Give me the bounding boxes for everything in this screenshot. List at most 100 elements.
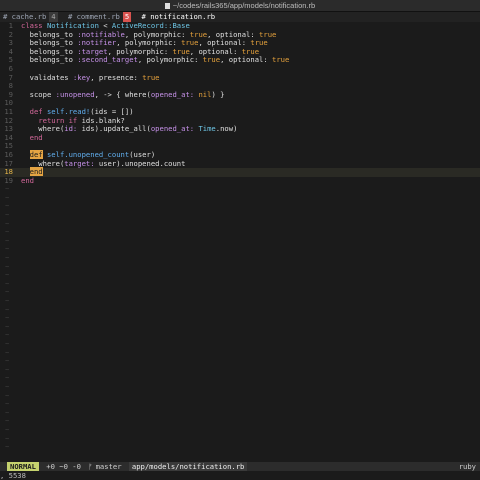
code-token: opened_at: (150, 89, 195, 99)
empty-line: ~ (0, 261, 480, 272)
code-token: validates (21, 72, 73, 82)
tab-label: comment.rb (76, 12, 120, 21)
tilde-marker: ~ (5, 399, 10, 409)
code-token: end (21, 175, 34, 185)
tilde-marker: ~ (5, 235, 10, 245)
code-token: true (202, 55, 221, 65)
hash-icon: # (3, 12, 8, 21)
tilde-marker: ~ (5, 227, 10, 237)
empty-line: ~ (0, 357, 480, 366)
code-token: target: (64, 158, 95, 168)
empty-line: ~ (0, 331, 480, 340)
tilde-marker: ~ (5, 261, 10, 271)
tilde-marker: ~ (5, 330, 10, 340)
empty-line: ~ (0, 228, 480, 237)
tilde-marker: ~ (5, 356, 10, 366)
tilde-marker: ~ (5, 184, 10, 194)
tilde-marker: ~ (5, 296, 10, 305)
tilde-marker: ~ (5, 304, 10, 314)
empty-line: ~ (0, 417, 480, 426)
code-line[interactable]: 19 end (0, 175, 480, 186)
tab-label: cache.rb (11, 12, 47, 21)
tilde-marker: ~ (5, 201, 10, 211)
empty-line: ~ (0, 314, 480, 323)
code-editor[interactable]: 1 class Notification < ActiveRecord::Base… (0, 21, 480, 460)
empty-line: ~ (0, 364, 480, 375)
tilde-marker: ~ (5, 287, 10, 297)
empty-line: ~ (0, 296, 480, 306)
window-title: ~/codes/rails365/app/models/notification… (172, 1, 316, 10)
hash-icon: # (141, 12, 146, 21)
empty-line: ~ (0, 442, 480, 452)
tilde-marker: ~ (5, 364, 10, 374)
code-token: scope (21, 89, 56, 99)
empty-line: ~ (0, 202, 480, 211)
code-token: , -> { where( (94, 89, 151, 99)
code-token: belongs_to (21, 55, 78, 65)
code-token: true (142, 72, 160, 82)
tilde-marker: ~ (5, 416, 10, 426)
git-branch: master (95, 462, 122, 471)
tilde-marker: ~ (5, 338, 10, 348)
code-token: Time (198, 124, 216, 134)
code-line[interactable]: 5 belongs_to :second_target, polymorphic… (0, 56, 480, 65)
mode-indicator: NORMAL (7, 462, 39, 471)
empty-line: ~ (0, 219, 480, 229)
code-token: user).unopened.count (94, 158, 186, 168)
code-token: opened_at: (150, 124, 195, 134)
tilde-marker: ~ (5, 210, 10, 220)
code-line[interactable]: 14 end (0, 133, 480, 143)
tilde-marker: ~ (5, 407, 10, 417)
code-line[interactable]: 13 where(id: ids).update_all(opened_at: … (0, 124, 480, 134)
empty-line: ~ (0, 424, 480, 435)
empty-line: ~ (0, 185, 480, 194)
empty-line: ~ (0, 245, 480, 254)
empty-line: ~ (0, 288, 480, 297)
code-token: ) } (211, 89, 225, 99)
empty-line: ~ (0, 390, 480, 401)
tilde-marker: ~ (5, 192, 10, 202)
empty-line: ~ (0, 338, 480, 349)
tilde-marker: ~ (5, 313, 10, 323)
diff-stats: +0 ~0 -0 (46, 462, 81, 471)
current-code-line[interactable]: 18 end (0, 167, 480, 177)
empty-line: ~ (0, 235, 480, 246)
empty-line: ~ (0, 210, 480, 220)
empty-line: ~ (0, 321, 480, 332)
code-token: .now) (215, 124, 238, 134)
code-token: ids).update_all( (77, 124, 151, 134)
empty-line: ~ (0, 192, 480, 203)
tilde-marker: ~ (5, 373, 10, 383)
hash-icon: # (67, 12, 73, 21)
tilde-marker: ~ (5, 381, 10, 391)
tilde-marker: ~ (5, 442, 10, 452)
empty-line: ~ (0, 304, 480, 315)
tilde-marker: ~ (5, 390, 10, 400)
code-token: , polymorphic: (137, 55, 203, 65)
code-line[interactable]: 17 where(target: user).unopened.count (0, 158, 480, 169)
filetype: ruby (458, 462, 476, 471)
code-token: nil (198, 89, 212, 99)
tilde-marker: ~ (5, 321, 10, 331)
tilde-marker: ~ (5, 424, 10, 434)
tilde-marker: ~ (5, 347, 10, 357)
empty-line: ~ (0, 279, 480, 289)
code-token: :second_target (77, 55, 138, 65)
code-line[interactable]: 9 scope :unopened, -> { where(opened_at:… (0, 89, 480, 100)
file-path: app/models/notification.rb (128, 462, 248, 471)
empty-line: ~ (0, 271, 480, 280)
empty-line: ~ (0, 433, 480, 444)
code-token: , presence: (90, 72, 143, 82)
branch-icon: ᚠ (88, 462, 93, 471)
empty-line: ~ (0, 253, 480, 263)
command-line[interactable]: , 5538 (0, 471, 480, 480)
tilde-marker: ~ (5, 270, 10, 280)
code-token: true (272, 55, 290, 65)
code-token: , optional: (220, 55, 273, 65)
tilde-marker: ~ (5, 253, 10, 263)
tilde-marker: ~ (5, 433, 10, 443)
code-line[interactable]: 7 validates :key, presence: true (0, 72, 480, 83)
empty-line: ~ (0, 407, 480, 418)
empty-line: ~ (0, 374, 480, 383)
